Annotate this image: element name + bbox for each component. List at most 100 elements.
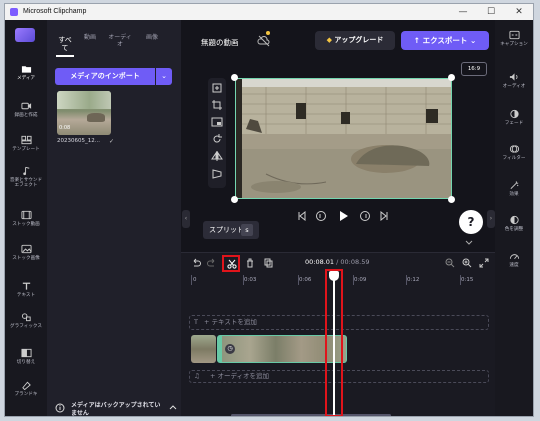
- resize-handle-top-left[interactable]: [231, 74, 238, 81]
- captions-icon: [508, 30, 520, 40]
- play-icon[interactable]: [337, 210, 349, 222]
- clipchamp-logo-icon: [10, 8, 18, 16]
- rewind-5s-icon[interactable]: [315, 210, 327, 222]
- rail-item-media[interactable]: メディア: [5, 64, 47, 81]
- rail-item-speed[interactable]: 速度: [495, 251, 533, 269]
- tab-all[interactable]: すべて: [56, 36, 74, 57]
- video-preview[interactable]: [235, 78, 452, 199]
- rail-item-music[interactable]: 音楽とサウンドエフェクト: [5, 166, 47, 189]
- rail-label: 効果: [509, 192, 519, 197]
- maximize-button[interactable]: ☐: [477, 4, 505, 20]
- rail-label: ストック動画: [12, 222, 40, 227]
- chevron-up-icon[interactable]: [169, 404, 177, 410]
- transition-icon: [20, 348, 32, 358]
- split-tooltip-label: スプリット: [209, 226, 244, 234]
- collapse-right-panel-button[interactable]: ›: [487, 210, 495, 228]
- cloud-off-icon[interactable]: [257, 35, 271, 47]
- fit-timeline-icon[interactable]: [479, 258, 489, 268]
- music-icon: [22, 166, 29, 176]
- video-clip[interactable]: [191, 335, 216, 363]
- resize-handle-top-right[interactable]: [448, 74, 455, 81]
- undo-icon[interactable]: [191, 258, 201, 268]
- brand-icon: [21, 381, 31, 390]
- rail-item-effects[interactable]: 効果: [495, 180, 533, 198]
- rail-item-stock-video[interactable]: ストック動画: [5, 210, 47, 227]
- check-icon: ✓: [109, 138, 115, 145]
- split-button-highlight[interactable]: [222, 255, 240, 272]
- thumb-sky: [57, 91, 111, 109]
- folder-icon: [21, 66, 31, 73]
- collapse-left-panel-button[interactable]: ‹: [182, 210, 190, 228]
- rail-item-text[interactable]: テキスト: [5, 281, 47, 298]
- close-button[interactable]: ✕: [505, 4, 533, 20]
- project-title[interactable]: 無題の動画: [201, 37, 239, 48]
- backup-notice[interactable]: メディアはバックアップされていません: [47, 398, 181, 416]
- minimize-button[interactable]: —: [449, 4, 477, 20]
- rail-label: 色を調整: [504, 227, 524, 232]
- aspect-ratio-button[interactable]: 16:9: [461, 62, 487, 76]
- flip-horizontal-icon[interactable]: [211, 150, 223, 162]
- chevron-down-icon: ⌄: [470, 36, 477, 45]
- rail-item-captions[interactable]: キャプション: [495, 30, 533, 48]
- media-thumbnail[interactable]: 0:08: [57, 91, 111, 135]
- skip-back-icon[interactable]: [297, 211, 307, 221]
- import-media-button[interactable]: メディアのインポート: [55, 68, 155, 85]
- text-track-label: テキストを追加: [211, 318, 257, 326]
- zoom-in-icon[interactable]: [462, 258, 472, 268]
- speed-badge-icon: ◷: [225, 344, 235, 354]
- import-dropdown-button[interactable]: ⌄: [156, 68, 172, 85]
- rail-item-adjust-colors[interactable]: 色を調整: [495, 215, 533, 233]
- media-panel: すべて 動画 オーディオ 画像 メディアのインポート ⌄ 0:08 202306…: [47, 20, 181, 416]
- export-button[interactable]: ↑ エクスポート ⌄: [401, 31, 489, 50]
- resize-handle-bottom-left[interactable]: [231, 196, 238, 203]
- fit-icon[interactable]: [211, 82, 223, 94]
- thumb-duration: 0:08: [59, 125, 71, 131]
- title-bar: Microsoft Clipchamp — ☐ ✕: [5, 4, 533, 20]
- pip-icon[interactable]: [211, 116, 223, 128]
- rail-item-audio[interactable]: オーディオ: [495, 72, 533, 90]
- crop-icon[interactable]: [211, 99, 223, 111]
- chevron-down-icon[interactable]: [465, 240, 473, 246]
- delete-icon[interactable]: [245, 258, 255, 268]
- skip-forward-icon[interactable]: [379, 211, 389, 221]
- help-button[interactable]: ?: [459, 210, 483, 234]
- ruler-tick: [191, 275, 192, 285]
- notification-dot: [266, 31, 270, 35]
- ruler-tick: [298, 275, 299, 285]
- rail-item-stock-image[interactable]: ストック画像: [5, 244, 47, 261]
- timeline-scrollbar[interactable]: [231, 414, 391, 416]
- rail-item-transitions[interactable]: 切り替え: [5, 348, 47, 365]
- shapes-icon: [21, 313, 31, 322]
- text-track-icon: T: [194, 318, 198, 326]
- rail-item-fade[interactable]: フェード: [495, 109, 533, 127]
- tab-video[interactable]: 動画: [84, 34, 96, 41]
- playback-controls: [291, 209, 391, 223]
- upgrade-button[interactable]: ◆ アップグレード: [315, 31, 395, 50]
- rail-item-brand-kit[interactable]: ブランドキ: [5, 380, 47, 397]
- rail-label: フェード: [504, 121, 524, 126]
- tab-images[interactable]: 画像: [146, 34, 158, 41]
- rail-item-templates[interactable]: テンプレート: [5, 135, 47, 152]
- rail-label: キャプション: [500, 42, 528, 47]
- app-window: Microsoft Clipchamp — ☐ ✕ メディア 録画と作成 テンプ…: [4, 3, 534, 417]
- camera-icon: [20, 102, 31, 110]
- clip-trim-handle-left[interactable]: [218, 336, 222, 362]
- zoom-out-icon[interactable]: [445, 258, 455, 268]
- rail-label: ストック画像: [12, 256, 40, 261]
- audio-track-label: オーディオを追加: [217, 372, 270, 380]
- redo-icon[interactable]: [207, 258, 217, 268]
- forward-5s-icon[interactable]: [359, 210, 371, 222]
- film-icon: [20, 210, 32, 220]
- flip-vertical-icon[interactable]: [211, 167, 223, 179]
- split-shortcut-key: s: [241, 224, 253, 236]
- upload-icon: ↑: [413, 36, 420, 45]
- duplicate-icon[interactable]: [263, 258, 273, 268]
- rail-item-graphics[interactable]: グラフィックス: [5, 312, 47, 329]
- filter-icon: [509, 145, 519, 153]
- rail-item-record[interactable]: 録画と作成: [5, 101, 47, 118]
- resize-handle-bottom-right[interactable]: [448, 196, 455, 203]
- rail-item-filters[interactable]: フィルター: [495, 144, 533, 162]
- effects-icon: [510, 181, 518, 189]
- rotate-icon[interactable]: [211, 133, 223, 145]
- tab-audio[interactable]: オーディオ: [108, 34, 132, 48]
